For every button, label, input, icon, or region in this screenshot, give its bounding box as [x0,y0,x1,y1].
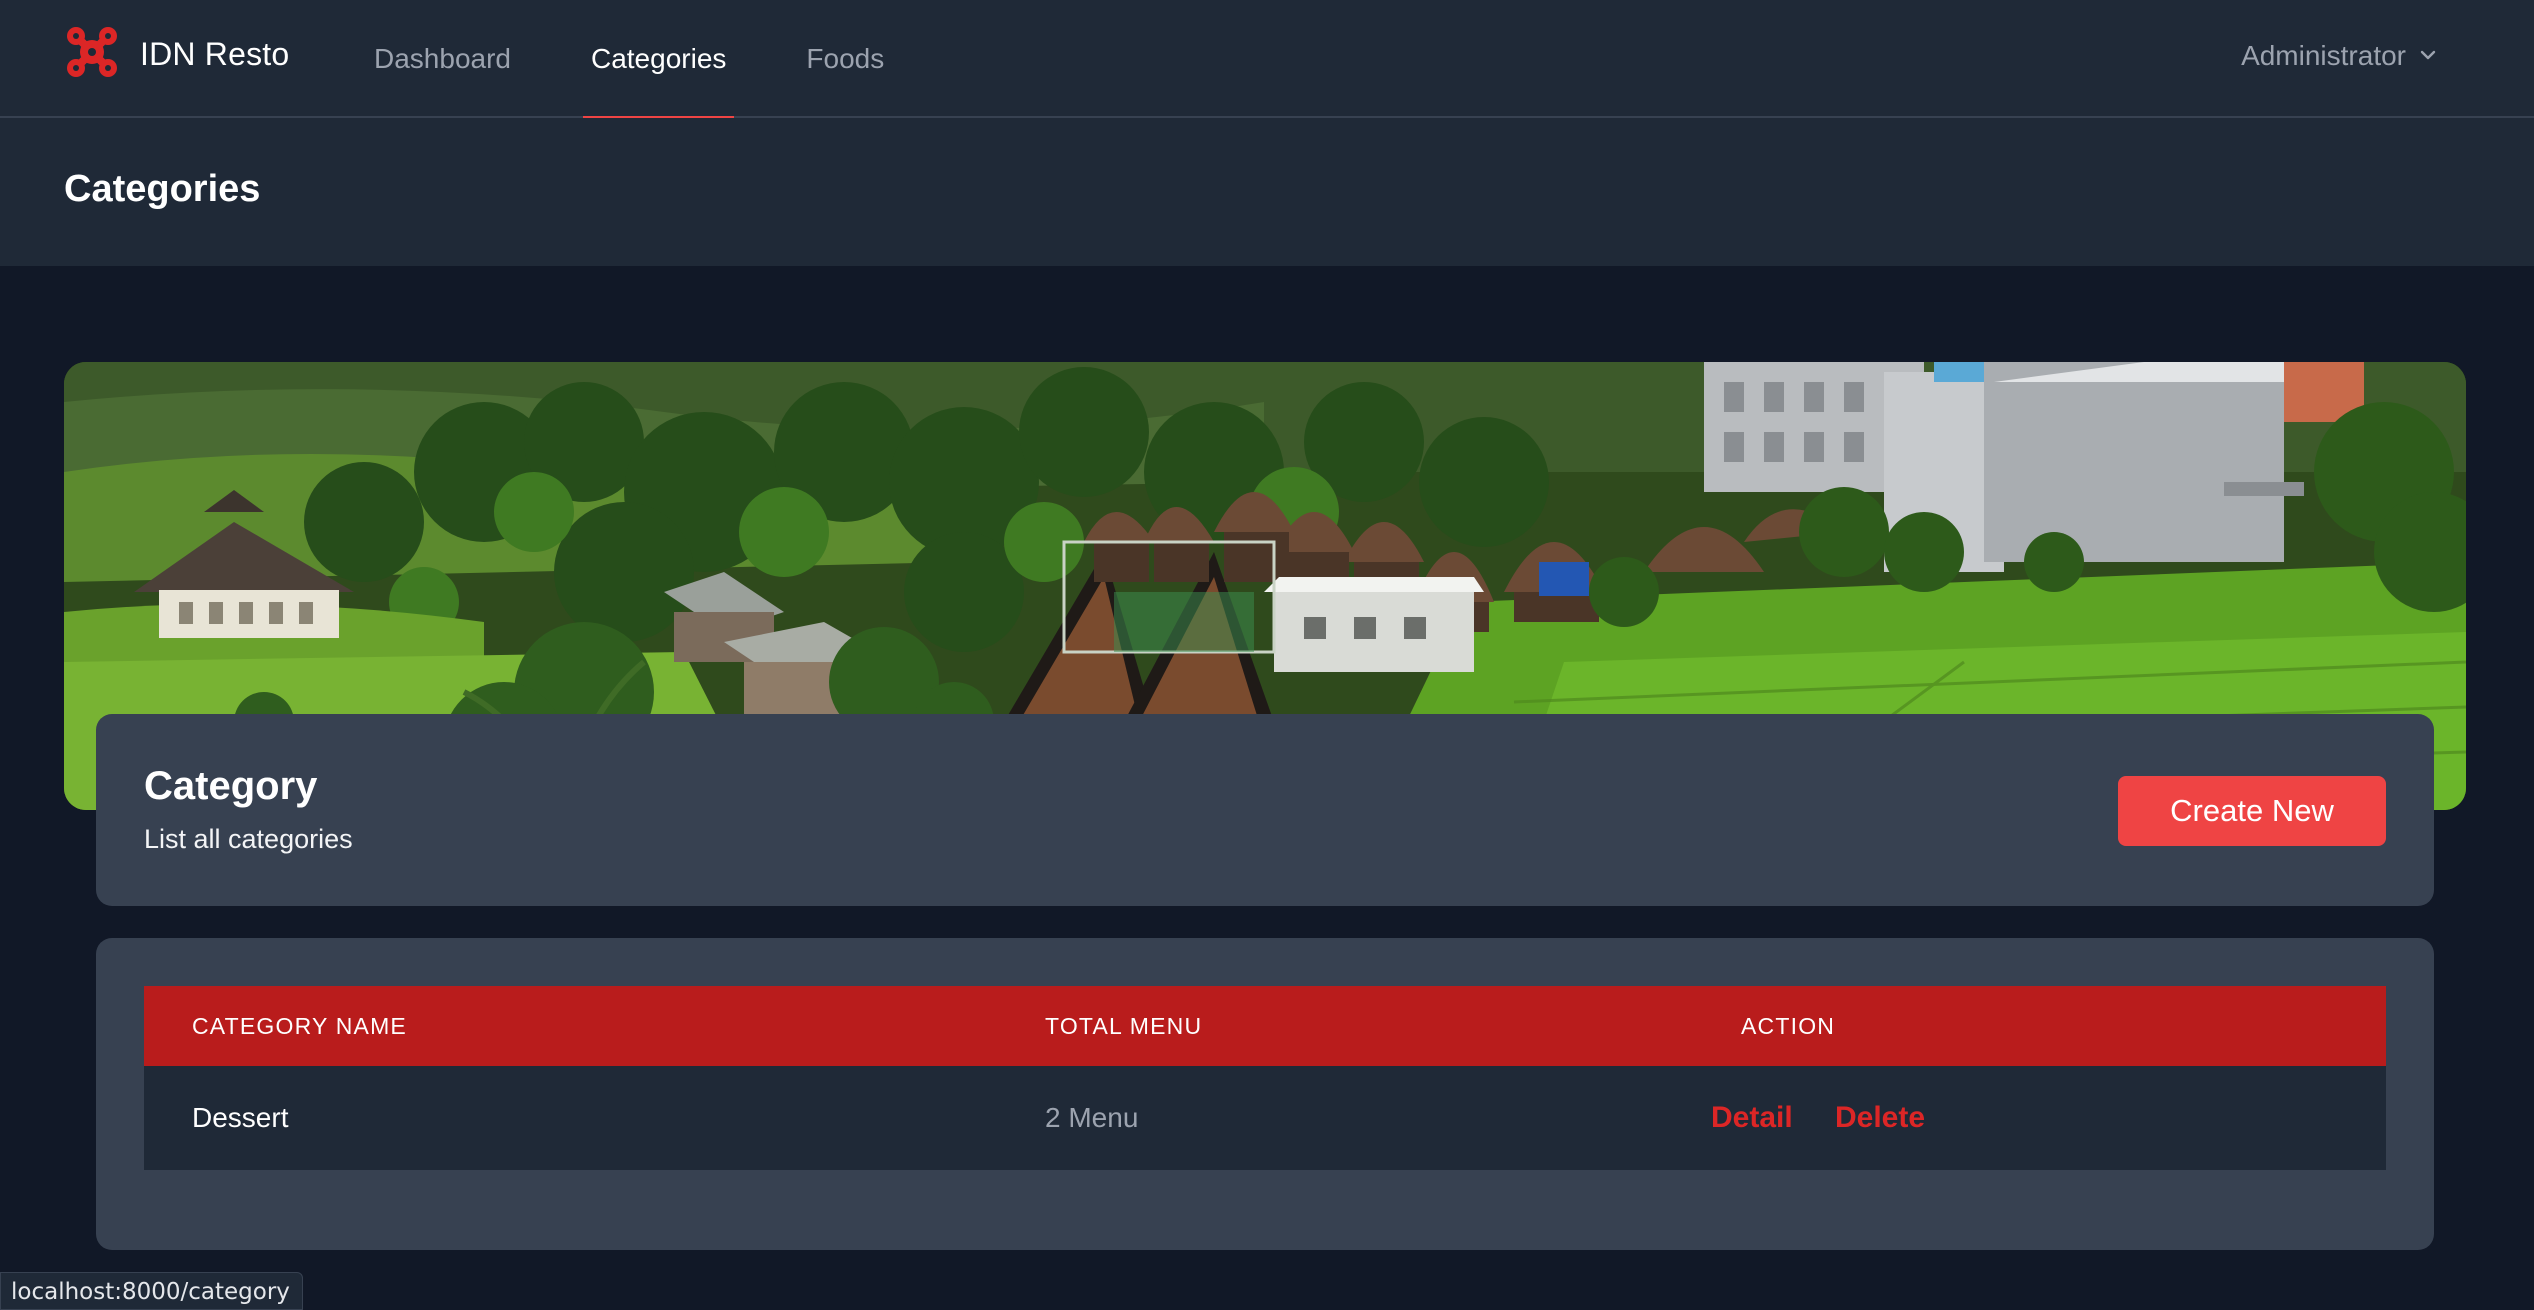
card-subtitle: List all categories [144,824,353,854]
cell-total-menu: 2 Menu [1045,1102,1139,1133]
detail-link[interactable]: Detail [1711,1066,1793,1170]
table-row: Dessert 2 Menu Detail Delete [144,1066,2386,1170]
top-navbar: IDN Resto Dashboard Categories Foods Adm… [0,0,2534,120]
brand-name: IDN Resto [140,35,290,72]
category-header-card: Category List all categories Create New [96,714,2434,906]
column-action: ACTION [1741,1013,1836,1039]
page-header: Categories [0,118,2534,266]
nav-categories[interactable]: Categories [582,0,735,120]
delete-link[interactable]: Delete [1835,1066,1925,1170]
resto-logo-icon [64,24,120,85]
category-table: CATEGORY NAME TOTAL MENU ACTION Dessert … [144,986,2386,1170]
nav-foods[interactable]: Foods [806,0,884,118]
table-header: CATEGORY NAME TOTAL MENU ACTION [144,986,2386,1066]
user-name: Administrator [2241,40,2406,71]
main-nav: Dashboard Categories Foods [374,0,964,120]
chevron-down-icon [2418,40,2438,72]
brand-link[interactable]: IDN Resto [64,26,289,82]
column-category-name: CATEGORY NAME [192,1013,407,1039]
card-title: Category [144,764,318,808]
page-title: Categories [64,168,261,210]
status-bar-url: localhost:8000/category [0,1272,303,1310]
nav-dashboard[interactable]: Dashboard [374,0,511,118]
create-new-button[interactable]: Create New [2118,776,2386,846]
cell-category-name: Dessert [192,1102,289,1133]
column-total-menu: TOTAL MENU [1045,1013,1203,1039]
category-table-card: CATEGORY NAME TOTAL MENU ACTION Dessert … [96,938,2434,1250]
user-menu[interactable]: Administrator [2241,36,2438,76]
